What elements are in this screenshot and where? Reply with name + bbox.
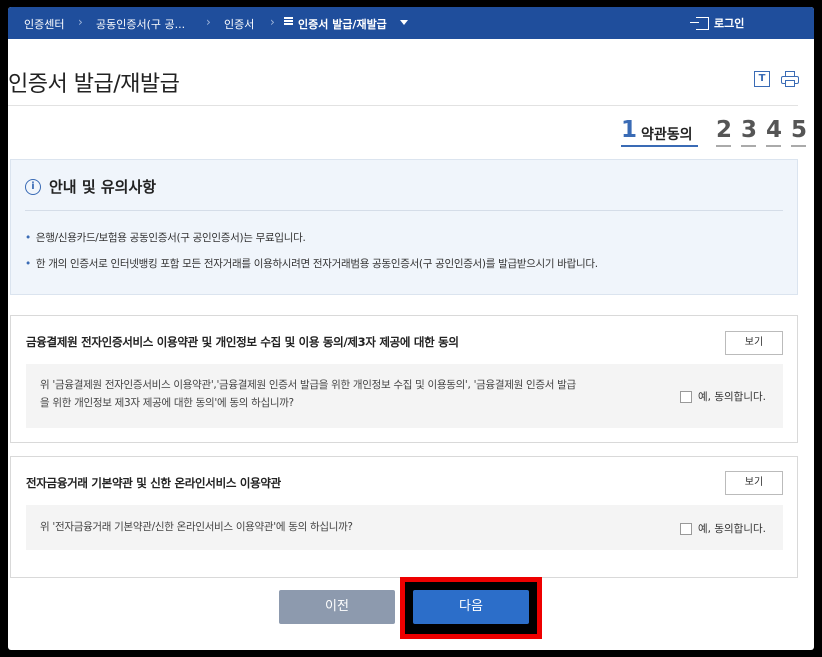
question-box: 위 '금융결제원 전자인증서비스 이용약관','금융결제원 인증서 발급을 위한… (26, 364, 783, 428)
step-5: 5 (791, 117, 808, 143)
print-icon[interactable] (781, 71, 799, 87)
chevron-right-icon: › (78, 15, 83, 29)
menu-icon (284, 17, 293, 25)
prev-button[interactable]: 이전 (279, 590, 395, 624)
question-box: 위 '전자금융거래 기본약관/신한 온라인서비스 이용약관'에 동의 하십니까?… (26, 505, 783, 550)
question-text: 위 '금융결제원 전자인증서비스 이용약관','금융결제원 인증서 발급을 위한… (40, 376, 576, 412)
section-title: 전자금융거래 기본약관 및 신한 온라인서비스 이용약관 (26, 476, 281, 490)
login-label: 로그인 (714, 17, 745, 30)
title-divider (8, 105, 798, 106)
caret-down-icon[interactable] (400, 20, 408, 25)
step-1-number: 1 (621, 117, 638, 143)
question-line: 을 위한 개인정보 제3자 제공에 대한 동의'에 동의 하십니까? (40, 397, 294, 409)
view-terms-button[interactable]: 보기 (725, 331, 783, 355)
login-button[interactable]: 로그인 (690, 14, 745, 32)
checkbox[interactable] (680, 522, 692, 535)
step-4: 4 (766, 117, 783, 143)
step-3-underline (741, 145, 756, 147)
step-2-underline (716, 145, 731, 147)
notice-divider (25, 210, 783, 211)
terms-section-shinhan: 전자금융거래 기본약관 및 신한 온라인서비스 이용약관 보기 위 '전자금융거… (10, 456, 798, 578)
step-2: 2 (716, 117, 733, 143)
question-line: 위 '금융결제원 전자인증서비스 이용약관','금융결제원 인증서 발급을 위한… (40, 379, 576, 391)
notice-item: 은행/신용카드/보험용 공동인증서(구 공인인증서)는 무료입니다. (25, 230, 306, 245)
notice-item: 한 개의 인증서로 인터넷뱅킹 포함 모든 전자거래를 이용하시려면 전자거래범… (25, 256, 598, 271)
checkbox[interactable] (680, 390, 692, 403)
browser-content: 인증센터 › 공동인증서(구 공... › 인증서 › 인증서 발급/재발급 로… (8, 7, 814, 650)
breadcrumb-current[interactable]: 인증서 발급/재발급 (298, 16, 387, 32)
breadcrumb-certificate[interactable]: 인증서 (224, 16, 254, 32)
section-title: 금융결제원 전자인증서비스 이용약관 및 개인정보 수집 및 이용 동의/제3자… (26, 335, 459, 349)
step-4-underline (766, 145, 781, 147)
terms-section-kftc: 금융결제원 전자인증서비스 이용약관 및 개인정보 수집 및 이용 동의/제3자… (10, 315, 798, 443)
login-icon (690, 16, 709, 30)
page-title: 인증서 발급/재발급 (8, 72, 180, 97)
question-text: 위 '전자금융거래 기본약관/신한 온라인서비스 이용약관'에 동의 하십니까? (40, 521, 353, 533)
step-1-underline (621, 145, 698, 147)
breadcrumb-joint-cert[interactable]: 공동인증서(구 공... (96, 16, 185, 32)
step-5-underline (791, 145, 806, 147)
notice-header: i 안내 및 유의사항 (25, 176, 156, 197)
agree-label: 예, 동의합니다. (698, 391, 766, 403)
font-size-icon[interactable]: T (754, 71, 770, 87)
agree-checkbox-shinhan[interactable]: 예, 동의합니다. (680, 521, 766, 536)
chevron-right-icon: › (270, 15, 275, 29)
notice-box: i 안내 및 유의사항 은행/신용카드/보험용 공동인증서(구 공인인증서)는 … (10, 159, 798, 295)
breadcrumb-auth-center[interactable]: 인증센터 (24, 16, 64, 32)
step-1-label: 약관동의 (641, 127, 693, 143)
top-nav-bar: 인증센터 › 공동인증서(구 공... › 인증서 › 인증서 발급/재발급 로… (8, 7, 814, 39)
next-button[interactable]: 다음 (413, 590, 529, 624)
agree-checkbox-kftc[interactable]: 예, 동의합니다. (680, 389, 766, 404)
agree-label: 예, 동의합니다. (698, 523, 766, 535)
step-3: 3 (741, 117, 758, 143)
view-terms-button[interactable]: 보기 (725, 471, 783, 495)
notice-title: 안내 및 유의사항 (49, 178, 157, 196)
info-icon: i (25, 178, 41, 195)
chevron-right-icon: › (206, 15, 211, 29)
